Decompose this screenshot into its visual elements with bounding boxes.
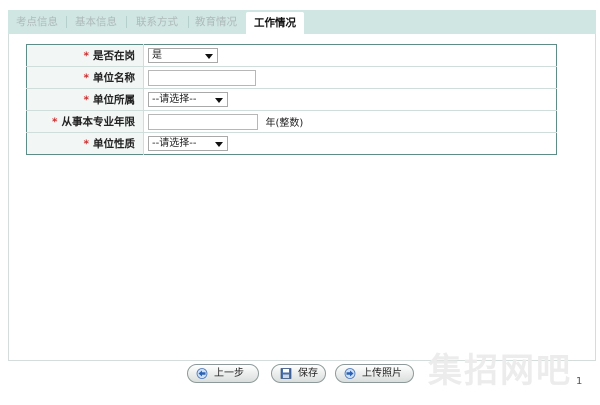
- tab-basic-info[interactable]: 基本信息: [70, 10, 122, 34]
- years-hint: 年(整数): [265, 118, 304, 129]
- work-info-form: * 是否在岗 是 * 单位名称 * 单位所属 --请选择-- * 从事本专业年限 年(整…: [26, 44, 557, 155]
- required-mark: *: [83, 72, 90, 84]
- field-label: * 单位名称: [26, 66, 144, 89]
- field-label: * 单位所属: [26, 88, 144, 111]
- form-row-employer-name: * 单位名称: [26, 66, 557, 89]
- back-arrow-icon: [196, 368, 208, 379]
- tab-education[interactable]: 教育情况: [190, 10, 242, 34]
- employer-name-input[interactable]: [148, 69, 256, 86]
- dropdown-arrow-icon: [215, 98, 223, 103]
- required-mark: *: [83, 50, 90, 62]
- tab-separator: [126, 16, 127, 28]
- page-number: 1: [576, 376, 583, 387]
- form-row-employer-affiliation: * 单位所属 --请选择--: [26, 88, 557, 111]
- tab-contact-info[interactable]: 联系方式: [130, 10, 184, 34]
- required-mark: *: [83, 94, 90, 106]
- dropdown-arrow-icon: [205, 54, 213, 59]
- form-row-on-duty: * 是否在岗 是: [26, 44, 557, 67]
- floppy-disk-icon: [280, 368, 292, 379]
- form-row-years-in-profession: * 从事本专业年限 年(整数): [26, 110, 557, 133]
- dropdown-arrow-icon: [215, 142, 223, 147]
- form-row-employer-type: * 单位性质 --请选择--: [26, 132, 557, 155]
- tab-work-status[interactable]: 工作情况: [246, 12, 304, 34]
- tab-separator: [66, 16, 67, 28]
- upload-photo-button[interactable]: 上传照片: [335, 364, 414, 383]
- years-in-profession-input[interactable]: [148, 113, 258, 130]
- tab-separator: [188, 16, 189, 28]
- tab-bar: 考点信息 基本信息 联系方式 教育情况 工作情况: [8, 10, 596, 34]
- save-button[interactable]: 保存: [271, 364, 326, 383]
- prev-step-button[interactable]: 上一步: [187, 364, 259, 383]
- field-label: * 从事本专业年限: [26, 110, 144, 133]
- employer-type-select[interactable]: --请选择--: [148, 136, 228, 151]
- forward-arrow-icon: [344, 368, 356, 379]
- tab-exam-site-info[interactable]: 考点信息: [12, 10, 62, 34]
- employer-affiliation-select[interactable]: --请选择--: [148, 92, 228, 107]
- required-mark: *: [52, 116, 58, 128]
- field-label: * 是否在岗: [26, 44, 144, 67]
- required-mark: *: [83, 138, 90, 150]
- field-label: * 单位性质: [26, 132, 144, 155]
- on-duty-select[interactable]: 是: [148, 48, 218, 63]
